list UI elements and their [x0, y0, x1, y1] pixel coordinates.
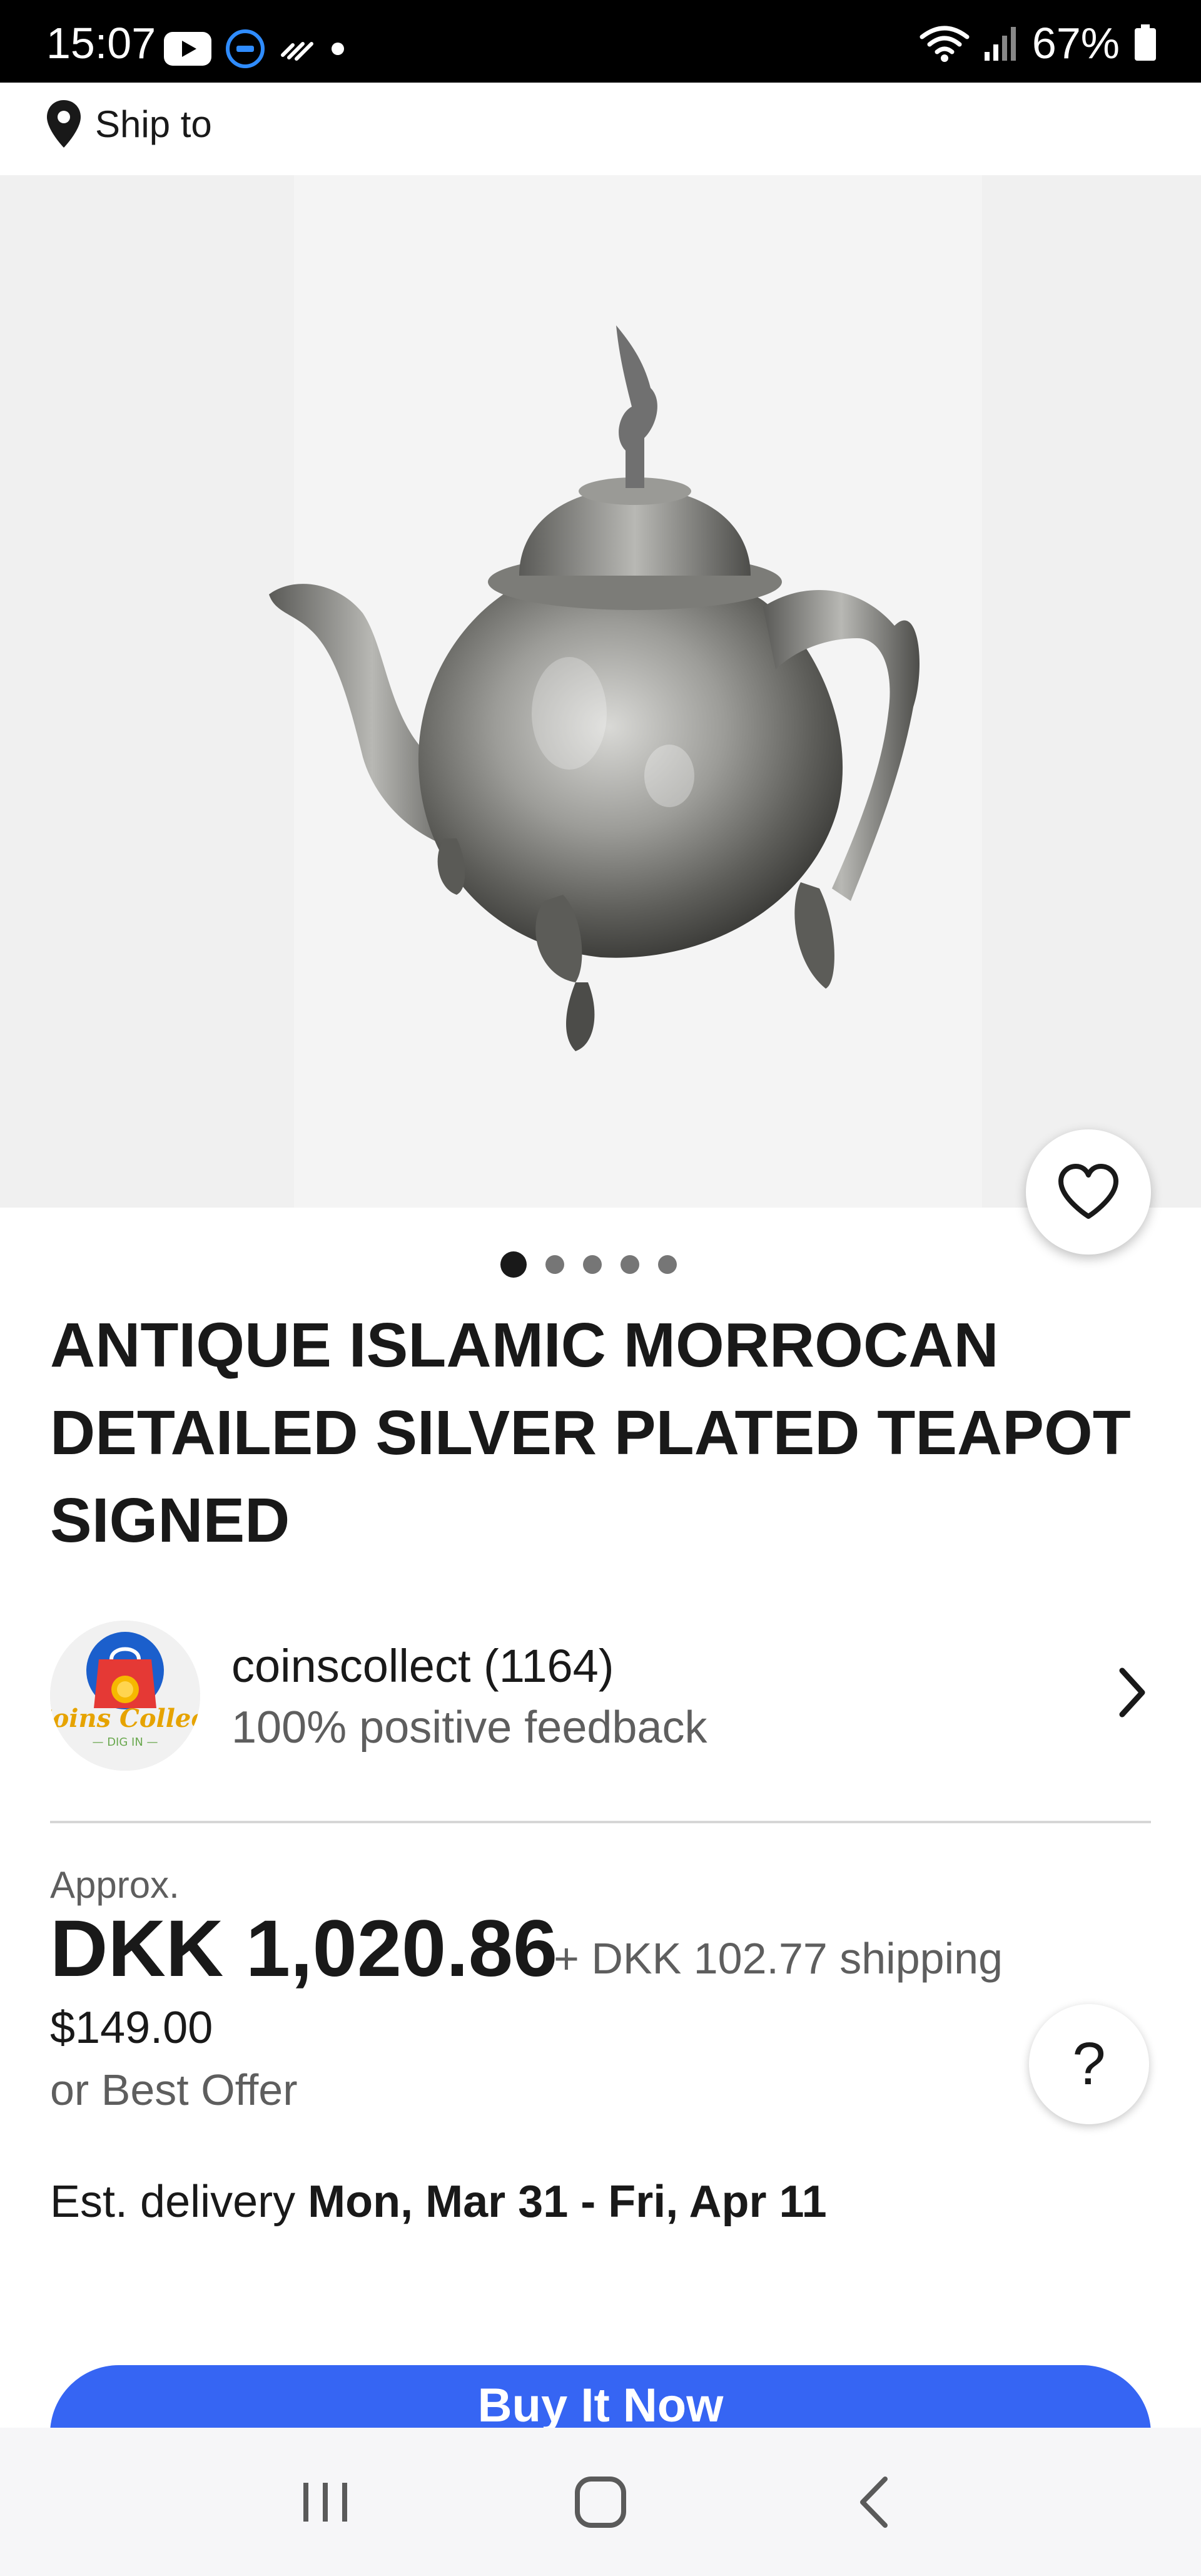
status-right: 67% — [920, 21, 1157, 65]
svg-text:Coins Collect: Coins Collect — [50, 1704, 200, 1733]
location-pin-icon — [47, 100, 81, 148]
svg-text:— DIG IN —: — DIG IN — — [92, 1736, 158, 1749]
seller-info-row[interactable]: Coins Collect — DIG IN — coinscollect (1… — [50, 1621, 1151, 1771]
carousel-dot-1[interactable] — [500, 1251, 527, 1278]
seller-avatar: Coins Collect — DIG IN — — [50, 1621, 200, 1771]
carousel-dot-2[interactable] — [545, 1255, 564, 1274]
section-divider — [50, 1821, 1151, 1823]
missed-call-icon — [281, 42, 313, 61]
battery-percent: 67% — [1031, 19, 1120, 68]
home-icon — [575, 2476, 626, 2528]
carousel-indicator[interactable] — [500, 1251, 677, 1278]
seller-logo: Coins Collect — DIG IN — — [50, 1621, 200, 1771]
seller-name[interactable]: coinscollect (1164) — [231, 1639, 614, 1693]
carousel-dot-3[interactable] — [583, 1255, 602, 1274]
youtube-icon — [164, 32, 211, 66]
dot-icon — [332, 43, 344, 55]
delivery-label: Est. delivery — [50, 2177, 296, 2227]
heart-icon — [1058, 1164, 1118, 1219]
seller-feedback: 100% positive feedback — [231, 1703, 707, 1753]
status-bar: 15:07 67% — [0, 0, 1201, 83]
estimated-delivery: Est. delivery Mon, Mar 31 - Fri, Apr 11 — [50, 2176, 827, 2227]
price-amount: DKK 1,020.86 — [50, 1904, 558, 1993]
signal-icon — [984, 27, 1016, 61]
battery-icon — [1135, 24, 1156, 61]
recent-apps-button[interactable] — [275, 2452, 375, 2552]
product-image-carousel[interactable] — [0, 175, 1201, 1208]
notification-icons — [164, 29, 345, 69]
approx-label: Approx. — [50, 1864, 180, 1906]
imo-icon — [226, 29, 265, 68]
delivery-dates: Mon, Mar 31 - Fri, Apr 11 — [308, 2177, 827, 2227]
listing-title: ANTIQUE ISLAMIC MORROCAN DETAILED SILVER… — [50, 1310, 1131, 1555]
best-offer-label: or Best Offer — [50, 2065, 298, 2114]
ship-to-row[interactable]: Ship to — [45, 93, 212, 155]
shipping-cost: + DKK 102.77 shipping — [554, 1934, 1003, 1983]
original-price: $149.00 — [50, 2003, 213, 2053]
chevron-right-icon[interactable] — [1113, 1664, 1151, 1721]
wifi-icon — [920, 26, 970, 62]
back-button[interactable] — [826, 2452, 926, 2552]
help-button[interactable]: ? — [1029, 2004, 1149, 2124]
back-icon — [860, 2476, 888, 2528]
carousel-dot-5[interactable] — [658, 1255, 677, 1274]
ship-to-label: Ship to — [95, 103, 212, 145]
status-time: 15:07 — [46, 19, 156, 68]
teapot-image — [269, 325, 920, 1051]
system-nav-bar — [0, 2428, 1201, 2576]
watchlist-button[interactable] — [1026, 1129, 1151, 1255]
home-button[interactable] — [550, 2452, 651, 2552]
carousel-dot-4[interactable] — [621, 1255, 639, 1274]
recent-apps-icon — [303, 2482, 347, 2522]
